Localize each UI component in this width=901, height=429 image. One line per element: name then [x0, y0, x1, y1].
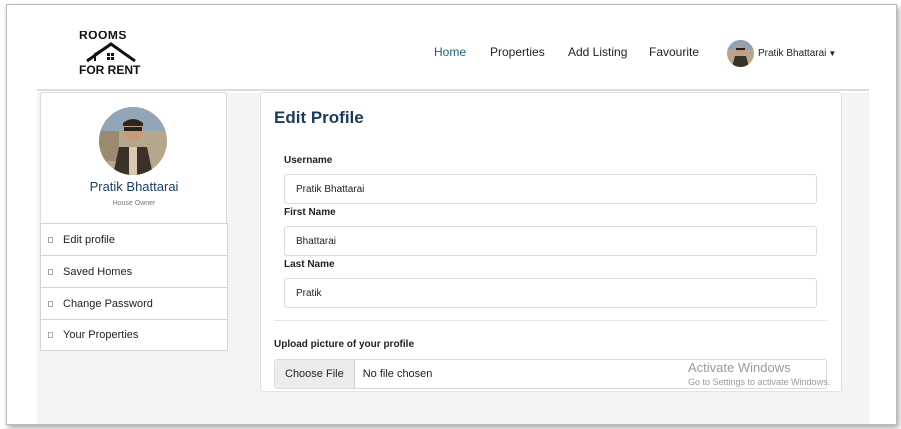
nav-favourite[interactable]: Favourite: [649, 45, 699, 59]
sidebar-item-your-properties[interactable]: Your Properties: [40, 319, 228, 351]
last-name-field[interactable]: [284, 278, 817, 308]
nav-add-listing[interactable]: Add Listing: [568, 45, 627, 59]
watermark-title: Activate Windows: [688, 360, 791, 375]
nav-properties[interactable]: Properties: [490, 45, 545, 59]
sidebar-item-label: Your Properties: [63, 329, 139, 341]
sidebar-item-edit-profile[interactable]: Edit profile: [40, 223, 228, 255]
sidebar-item-label: Change Password: [63, 297, 153, 310]
last-name-label: Last Name: [284, 259, 335, 270]
nav-user-name: Pratik Bhattarai: [758, 47, 827, 59]
user-menu-dropdown[interactable]: Pratik Bhattarai ▼: [727, 39, 836, 67]
sidebar-item-label: Edit profile: [63, 233, 115, 246]
profile-role: House Owner: [112, 200, 156, 207]
square-icon: [48, 332, 53, 338]
logo-line-1: ROOMS: [79, 31, 127, 41]
activate-windows-watermark: Activate Windows Go to Settings to activ…: [688, 360, 830, 387]
caret-down-icon: ▼: [828, 48, 837, 58]
username-field[interactable]: [284, 174, 817, 204]
upload-label: Upload picture of your profile: [274, 339, 415, 350]
page-title: Edit Profile: [274, 108, 364, 127]
profile-avatar: [99, 107, 167, 175]
divider: [274, 320, 827, 321]
edit-profile-card: Edit Profile Username First Name Last Na…: [260, 92, 842, 392]
profile-name: Pratik Bhattarai: [89, 179, 179, 194]
square-icon: [48, 300, 53, 307]
avatar: [727, 39, 754, 67]
first-name-field[interactable]: [284, 226, 817, 256]
square-icon: [48, 268, 53, 275]
logo-line-2: FOR RENT: [79, 63, 141, 77]
choose-file-button[interactable]: Choose File: [275, 360, 355, 388]
site-logo[interactable]: ROOMS FOR RENT: [79, 31, 143, 79]
sidebar-item-label: Saved Homes: [63, 265, 133, 278]
top-navbar: ROOMS FOR RENT Home Properties Add Listi…: [37, 5, 869, 91]
nav-home[interactable]: Home: [434, 45, 466, 59]
watermark-subtitle: Go to Settings to activate Windows.: [688, 377, 831, 387]
username-label: Username: [284, 155, 333, 166]
house-logo-icon: [86, 42, 136, 63]
square-icon: [48, 236, 53, 243]
profile-sidebar: Pratik Bhattarai House Owner Edit profil…: [40, 92, 228, 351]
sidebar-menu: Edit profile Saved Homes Change Password…: [40, 223, 228, 351]
file-status-text: No file chosen: [362, 368, 433, 380]
sidebar-item-change-password[interactable]: Change Password: [40, 287, 228, 319]
first-name-label: First Name: [284, 207, 336, 218]
sidebar-item-saved-homes[interactable]: Saved Homes: [40, 255, 228, 287]
